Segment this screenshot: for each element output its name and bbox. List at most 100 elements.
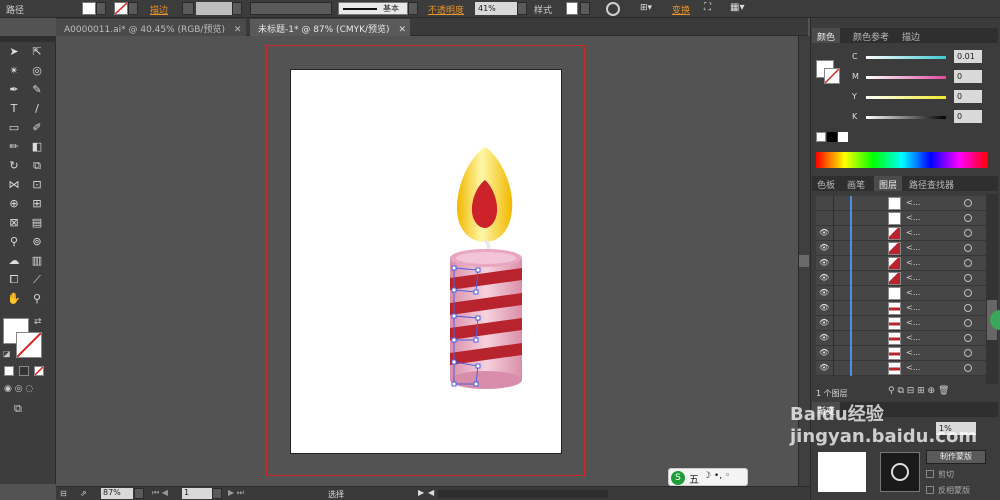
- draw-mode-icons[interactable]: ◉ ◎ ◌: [4, 384, 33, 394]
- perspective-grid-tool-icon[interactable]: ⊞: [28, 196, 46, 212]
- lasso-tool-icon[interactable]: ◎: [28, 63, 46, 79]
- layer-name[interactable]: <...: [906, 213, 920, 222]
- vertical-scroll-thumb[interactable]: [799, 255, 809, 267]
- color-mode-icon[interactable]: [4, 366, 14, 376]
- zoom-input[interactable]: 87%: [101, 488, 133, 499]
- visibility-eye-icon[interactable]: 👁: [819, 303, 829, 312]
- layer-name[interactable]: <...: [906, 198, 920, 207]
- channel-k-value[interactable]: 0: [954, 110, 982, 123]
- stroke-dropdown[interactable]: [128, 2, 138, 15]
- align-grid-icon[interactable]: ⊞▾: [640, 3, 660, 15]
- color-spectrum[interactable]: [816, 152, 988, 168]
- layer-name[interactable]: <...: [906, 303, 920, 312]
- lock-cell[interactable]: [833, 211, 834, 226]
- layer-name[interactable]: <...: [906, 228, 920, 237]
- channel-y-slider[interactable]: [866, 96, 946, 99]
- layer-row[interactable]: 👁 <...: [816, 316, 986, 331]
- target-circle-icon[interactable]: [964, 289, 972, 297]
- slice-tool-icon[interactable]: ⟋: [28, 272, 46, 288]
- target-circle-icon[interactable]: [964, 304, 972, 312]
- tab-color[interactable]: 颜色: [812, 28, 841, 43]
- tab-stroke[interactable]: 描边: [897, 28, 925, 43]
- layer-row[interactable]: 👁 <...: [816, 286, 986, 301]
- channel-y-value[interactable]: 0: [954, 90, 982, 103]
- pencil-tool-icon[interactable]: ✏: [5, 139, 23, 155]
- visibility-eye-icon[interactable]: 👁: [819, 258, 829, 267]
- zoom-dropdown[interactable]: [134, 488, 144, 499]
- width-tool-icon[interactable]: ⋈: [5, 177, 23, 193]
- lock-cell[interactable]: [833, 256, 834, 271]
- lock-cell[interactable]: [833, 241, 834, 256]
- document-info-icon[interactable]: ⊟: [60, 489, 67, 498]
- channel-k-slider[interactable]: [866, 116, 946, 119]
- stroke-weight-stepper[interactable]: [182, 2, 194, 15]
- curvature-tool-icon[interactable]: ✎: [28, 82, 46, 98]
- lock-cell[interactable]: [833, 361, 834, 376]
- tab-swatches[interactable]: 色板: [812, 176, 840, 191]
- channel-c-slider[interactable]: [866, 56, 946, 59]
- page-input[interactable]: 1: [182, 488, 212, 499]
- transform-label[interactable]: 变换: [672, 3, 690, 16]
- brush-dropdown-arrow[interactable]: [408, 2, 418, 15]
- black-swatch[interactable]: [827, 132, 837, 142]
- graphic-style-swatch[interactable]: [566, 2, 578, 15]
- layers-footer-icons[interactable]: ⚲ ⧉ ⊟ ⊞ ⊕ 🗑: [888, 386, 949, 396]
- first-page-icon[interactable]: ⏮ ◀: [152, 488, 168, 498]
- layer-name[interactable]: <...: [906, 333, 920, 342]
- make-mask-button[interactable]: 制作蒙版: [926, 450, 986, 464]
- none-swatch[interactable]: [816, 132, 826, 142]
- fill-dropdown[interactable]: [96, 2, 106, 15]
- target-circle-icon[interactable]: [964, 274, 972, 282]
- visibility-eye-icon[interactable]: 👁: [819, 288, 829, 297]
- screen-mode-icon[interactable]: ⧉: [14, 402, 22, 416]
- visibility-eye-icon[interactable]: 👁: [819, 318, 829, 327]
- direct-selection-tool-icon[interactable]: ⇱: [28, 44, 46, 60]
- layer-name[interactable]: <...: [906, 258, 920, 267]
- ime-toolbar[interactable]: S 五 ☽ •, ◦: [668, 468, 748, 486]
- visibility-eye-icon[interactable]: 👁: [819, 243, 829, 252]
- pen-tool-icon[interactable]: ✒: [5, 82, 23, 98]
- invert-mask-checkbox[interactable]: [926, 486, 934, 494]
- layer-row[interactable]: <...: [816, 211, 986, 226]
- tab-document-1[interactable]: A0000011.ai* @ 40.45% (RGB/预览) ✕: [56, 19, 246, 36]
- channel-m-slider[interactable]: [866, 76, 946, 79]
- lock-cell[interactable]: [833, 301, 834, 316]
- scale-tool-icon[interactable]: ⧉: [28, 158, 46, 174]
- layer-row[interactable]: 👁 <...: [816, 346, 986, 361]
- rectangle-tool-icon[interactable]: ▭: [5, 120, 23, 136]
- rotate-tool-icon[interactable]: ↻: [5, 158, 23, 174]
- close-icon[interactable]: ✕: [398, 25, 406, 35]
- layer-row[interactable]: <...: [816, 196, 986, 211]
- layer-row[interactable]: 👁 <...: [816, 361, 986, 376]
- layer-row[interactable]: 👁 <...: [816, 241, 986, 256]
- arrange-icon[interactable]: ▦▾: [730, 2, 750, 16]
- ime-punctuation-icons[interactable]: ☽ •, ◦: [703, 471, 730, 481]
- gradient-mode-icon[interactable]: [19, 366, 29, 376]
- eyedropper-tool-icon[interactable]: ⚲: [5, 234, 23, 250]
- next-page-icon[interactable]: ▶ ⏭: [228, 488, 244, 498]
- target-circle-icon[interactable]: [964, 334, 972, 342]
- layer-name[interactable]: <...: [906, 243, 920, 252]
- lock-cell[interactable]: [833, 196, 834, 211]
- channel-m-value[interactable]: 0: [954, 70, 982, 83]
- layer-name[interactable]: <...: [906, 348, 920, 357]
- clip-checkbox[interactable]: [926, 470, 934, 478]
- tab-brushes[interactable]: 画笔: [842, 176, 870, 191]
- opacity-input[interactable]: 41%: [475, 2, 517, 15]
- layer-row[interactable]: 👁 <...: [816, 301, 986, 316]
- swap-colors-icon[interactable]: ⇄: [34, 317, 42, 327]
- visibility-eye-icon[interactable]: 👁: [819, 348, 829, 357]
- color-stroke-swatch[interactable]: [824, 68, 840, 84]
- graph-tool-icon[interactable]: ▥: [28, 253, 46, 269]
- stroke-label[interactable]: 描边: [150, 3, 168, 16]
- selection-tool-icon[interactable]: ➤: [5, 44, 23, 60]
- layer-name[interactable]: <...: [906, 318, 920, 327]
- mesh-tool-icon[interactable]: ⊠: [5, 215, 23, 231]
- stroke-weight-dropdown[interactable]: [232, 2, 242, 15]
- tab-layers[interactable]: 图层: [874, 176, 903, 191]
- target-circle-icon[interactable]: [964, 199, 972, 207]
- stroke-swatch[interactable]: [114, 2, 128, 15]
- blend-tool-icon[interactable]: ⊚: [28, 234, 46, 250]
- visibility-eye-icon[interactable]: 👁: [819, 363, 829, 372]
- opacity-dropdown[interactable]: [517, 2, 527, 15]
